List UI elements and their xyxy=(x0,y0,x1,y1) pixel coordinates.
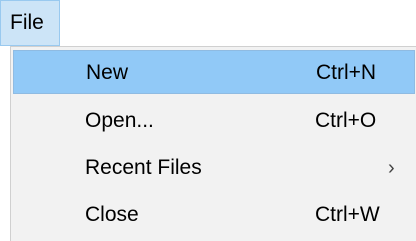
menu-item-shortcut: Ctrl+O xyxy=(315,109,377,132)
menu-item-shortcut: Ctrl+W xyxy=(315,203,380,226)
menu-item-label: Open... xyxy=(85,109,154,132)
menu-item-new[interactable]: New Ctrl+N xyxy=(13,50,415,94)
menu-bar: File xyxy=(0,0,416,46)
chevron-right-icon: › xyxy=(388,157,395,179)
menu-item-label: Recent Files xyxy=(85,156,202,179)
menu-item-shortcut: Ctrl+N xyxy=(316,61,377,84)
menu-item-label: New xyxy=(86,61,129,84)
file-menu-dropdown: New Ctrl+N Open... Ctrl+O Recent Files ›… xyxy=(10,46,416,241)
menu-file[interactable]: File xyxy=(0,0,60,46)
menu-item-open[interactable]: Open... Ctrl+O xyxy=(13,99,415,143)
menu-item-close[interactable]: Close Ctrl+W xyxy=(13,193,415,237)
menu-item-recent-files[interactable]: Recent Files › xyxy=(13,146,415,190)
menu-item-label: Close xyxy=(85,203,139,226)
